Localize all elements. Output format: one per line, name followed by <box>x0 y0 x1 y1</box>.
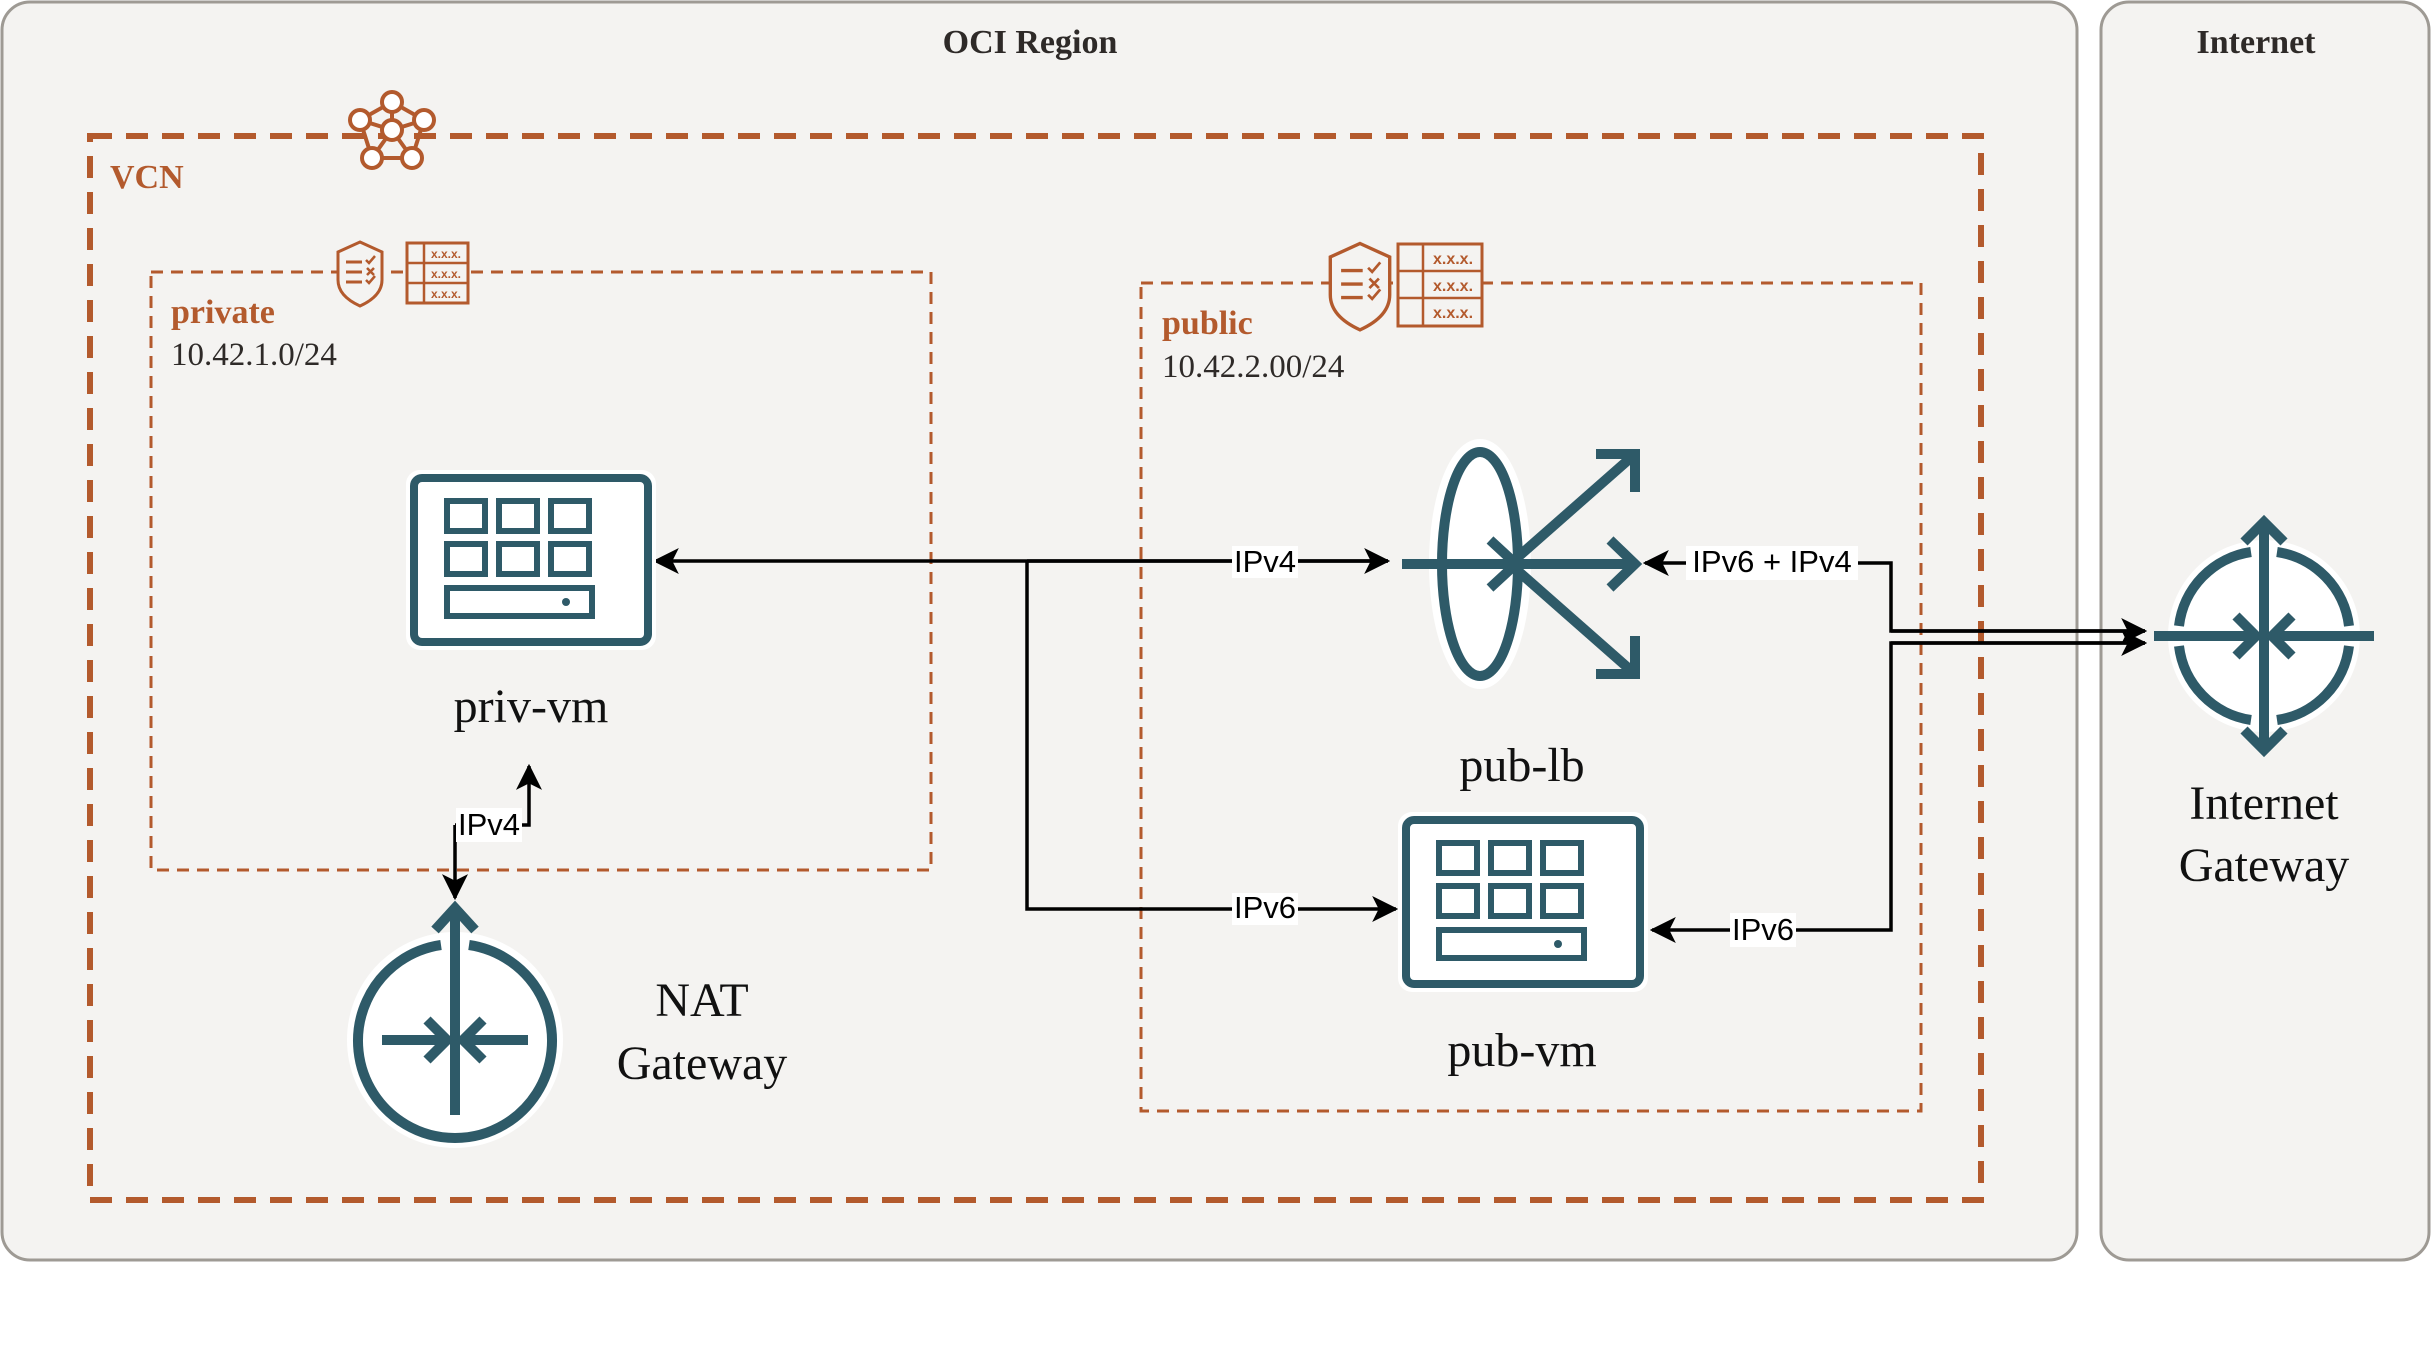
nat-gateway-label-line1: NAT <box>655 974 748 1027</box>
architecture-diagram: OCI Region Internet VCN private 10.42.1.… <box>0 0 2431 1262</box>
edge-label-ipv6: IPv6 <box>1732 912 1794 947</box>
edge-label-ipv6: IPv6 <box>1234 890 1296 925</box>
private-subnet-name: private <box>171 294 275 331</box>
internet-gateway-label-line1: Internet <box>2189 777 2339 830</box>
public-subnet-cidr: 10.42.2.00/24 <box>1162 349 1344 385</box>
oci-region-panel: OCI Region <box>0 0 2079 1262</box>
private-subnet-cidr: 10.42.1.0/24 <box>171 337 337 373</box>
security-list-icon <box>1328 241 1392 332</box>
oci-region-title: OCI Region <box>943 24 1118 61</box>
route-row-text: x.x.x. <box>1433 251 1473 268</box>
route-row-text: x.x.x. <box>431 287 461 301</box>
route-table-icon: x.x.x. x.x.x. x.x.x. <box>405 241 470 305</box>
route-row-text: x.x.x. <box>1433 305 1473 322</box>
security-list-icon <box>336 240 384 308</box>
public-subnet-name: public <box>1162 305 1253 342</box>
vcn-label: VCN <box>110 159 184 196</box>
internet-gateway-label-line2: Gateway <box>2179 839 2350 892</box>
edge-label-ipv4: IPv4 <box>458 807 520 842</box>
priv-vm-label: priv-vm <box>454 680 609 733</box>
route-row-text: x.x.x. <box>431 247 461 261</box>
edge-label-ipv6-ipv4: IPv6 + IPv4 <box>1692 544 1851 579</box>
pub-lb-label: pub-lb <box>1459 739 1584 792</box>
virtual-machine-icon <box>406 470 656 650</box>
route-row-text: x.x.x. <box>431 267 461 281</box>
route-table-icon: x.x.x. x.x.x. x.x.x. <box>1396 242 1484 328</box>
edge-label-ipv4: IPv4 <box>1234 544 1296 579</box>
pub-vm-label: pub-vm <box>1447 1024 1596 1077</box>
route-row-text: x.x.x. <box>1433 278 1473 295</box>
nat-gateway-label-line2: Gateway <box>617 1037 788 1090</box>
internet-title: Internet <box>2197 24 2317 61</box>
virtual-machine-icon <box>1398 812 1648 992</box>
